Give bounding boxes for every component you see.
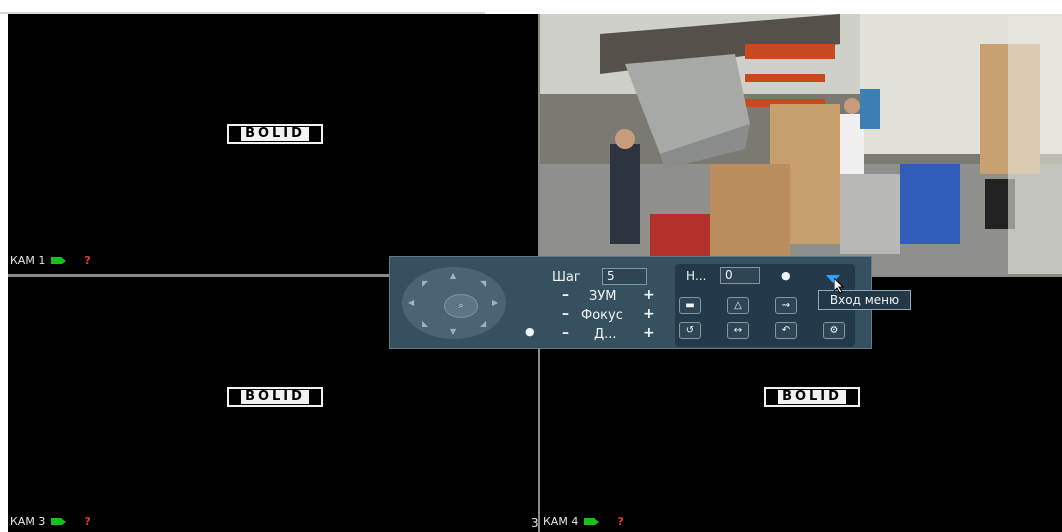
recording-camera-icon [584,518,600,525]
camera-tile-2[interactable] [540,14,1062,274]
warning-icon: ? [84,254,91,267]
bolid-logo: BOLID [227,124,323,144]
focus-plus-button[interactable]: + [643,306,655,322]
iris-plus-button[interactable]: + [643,325,655,341]
step-input[interactable]: 5 [602,268,647,285]
pan-icon[interactable]: ↔ [727,322,749,339]
tour-icon[interactable]: △ [727,297,749,314]
iris-label: Д... [594,327,617,342]
scan-icon[interactable]: ↺ [679,322,701,339]
arrow-down-left-icon[interactable]: ◣ [422,319,428,328]
focus-minus-button[interactable]: – [562,306,569,322]
camera-label-3: КАМ 3 ? [10,515,91,528]
camera-label-1: КАМ 1 ? [10,254,91,267]
settings-icon[interactable]: ⚙ [823,322,845,339]
camera-name: КАМ 3 [10,515,46,528]
camera-label-4: КАМ 4 ? [543,515,624,528]
arrow-down-icon[interactable]: ▼ [450,327,456,336]
camera-name: КАМ 4 [543,515,579,528]
zoom-to-area-icon[interactable]: ⌕ [444,294,478,318]
camera-name: КАМ 1 [10,254,46,267]
arrow-up-icon[interactable]: ▲ [450,271,456,280]
pin-icon[interactable]: ● [781,269,791,282]
joystick-icon: ● [525,325,535,338]
ptz-joystick[interactable]: ▲ ▼ ◀ ▶ ◤ ◥ ◣ ◢ ⌕ [402,267,506,339]
recording-camera-icon [51,257,67,264]
flip-icon[interactable]: ↶ [775,322,797,339]
preset-label: Н... [686,269,707,283]
warehouse-video-feed [540,14,1062,274]
arrow-down-right-icon[interactable]: ◢ [480,319,486,328]
arrow-up-left-icon[interactable]: ◤ [422,279,428,288]
recording-camera-icon [51,518,67,525]
zoom-label: ЗУМ [589,289,617,304]
preset-input[interactable]: 0 [720,267,760,284]
warning-icon: ? [84,515,91,528]
preset-set-icon[interactable]: ▬ [679,297,701,314]
arrow-up-right-icon[interactable]: ◥ [480,279,486,288]
arrow-left-icon[interactable]: ◀ [408,298,414,307]
warning-icon: ? [617,515,624,528]
zoom-plus-button[interactable]: + [643,287,655,303]
pattern-icon[interactable]: ⇝ [775,297,797,314]
menu-tooltip: Вход меню [818,290,911,310]
ptz-control-panel: ▲ ▼ ◀ ▶ ◤ ◥ ◣ ◢ ⌕ Шаг 5 – ЗУМ + – Фокус … [389,256,872,349]
bolid-logo: BOLID [764,387,860,407]
zoom-minus-button[interactable]: – [562,287,569,303]
camera-tile-1[interactable]: BOLID КАМ 1 ? [8,14,538,274]
focus-label: Фокус [581,308,623,323]
arrow-right-icon[interactable]: ▶ [492,298,498,307]
channel-number: 3 [531,516,539,530]
bolid-logo: BOLID [227,387,323,407]
step-label: Шаг [552,270,581,285]
iris-minus-button[interactable]: – [562,325,569,341]
mouse-cursor-icon [834,278,845,294]
